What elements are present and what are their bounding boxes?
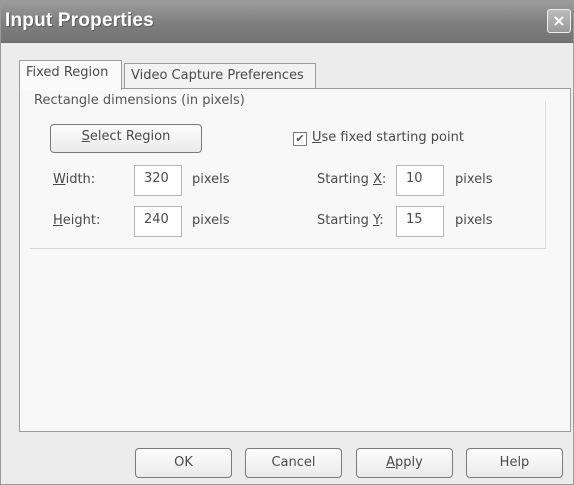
height-unit: pixels <box>192 213 230 228</box>
height-input[interactable]: 240 <box>134 206 182 237</box>
starting-x-mnemonic: X <box>373 172 382 187</box>
starting-y-label: Starting Y: <box>317 213 384 228</box>
input-properties-dialog: Input Properties × Fixed Region Video Ca… <box>0 0 574 485</box>
starting-x-prefix: Starting <box>317 172 373 187</box>
starting-y-input[interactable]: 15 <box>396 206 444 237</box>
use-fixed-starting-point-checkbox[interactable]: ✔ <box>293 132 307 146</box>
height-mnemonic: H <box>53 213 63 228</box>
starting-x-label: Starting X: <box>317 172 386 187</box>
tab-fixed-region[interactable]: Fixed Region <box>19 60 122 90</box>
select-region-mnemonic: S <box>81 129 90 144</box>
tab-label: Video Capture Preferences <box>131 68 304 83</box>
starting-x-input[interactable]: 10 <box>396 165 444 196</box>
select-region-button[interactable]: Select Region <box>50 124 202 153</box>
width-unit: pixels <box>192 172 230 187</box>
use-fixed-mnemonic: U <box>312 130 322 145</box>
use-fixed-label-rest: se fixed starting point <box>321 130 464 145</box>
height-label: Height: <box>53 213 100 228</box>
width-input[interactable]: 320 <box>134 165 182 196</box>
title-bar[interactable]: Input Properties × <box>1 1 573 43</box>
apply-button[interactable]: Apply <box>356 448 453 478</box>
width-label-rest: idth: <box>65 172 96 187</box>
tab-video-capture-preferences[interactable]: Video Capture Preferences <box>124 63 316 89</box>
window-title: Input Properties <box>5 10 154 31</box>
ok-button[interactable]: OK <box>135 448 232 478</box>
tab-label: Fixed Region <box>26 65 109 80</box>
height-label-rest: eight: <box>62 213 101 228</box>
apply-label-rest: pply <box>395 455 423 470</box>
width-label: Width: <box>53 172 95 187</box>
tab-panel-fixed-region: Rectangle dimensions (in pixels) Select … <box>19 88 571 432</box>
starting-y-unit: pixels <box>455 213 493 228</box>
help-button[interactable]: Help <box>466 448 563 478</box>
close-button[interactable]: × <box>547 9 571 33</box>
use-fixed-starting-point-label[interactable]: Use fixed starting point <box>312 130 464 145</box>
cancel-button[interactable]: Cancel <box>245 448 342 478</box>
width-mnemonic: W <box>53 172 66 187</box>
starting-x-suffix: : <box>381 172 387 187</box>
group-label: Rectangle dimensions (in pixels) <box>34 93 245 108</box>
close-icon: × <box>552 11 566 30</box>
starting-y-suffix: : <box>379 213 384 228</box>
select-region-label: elect Region <box>89 129 171 144</box>
checkmark-icon: ✔ <box>295 132 305 145</box>
starting-x-unit: pixels <box>455 172 493 187</box>
apply-mnemonic: A <box>386 455 396 470</box>
starting-y-prefix: Starting <box>317 213 373 228</box>
